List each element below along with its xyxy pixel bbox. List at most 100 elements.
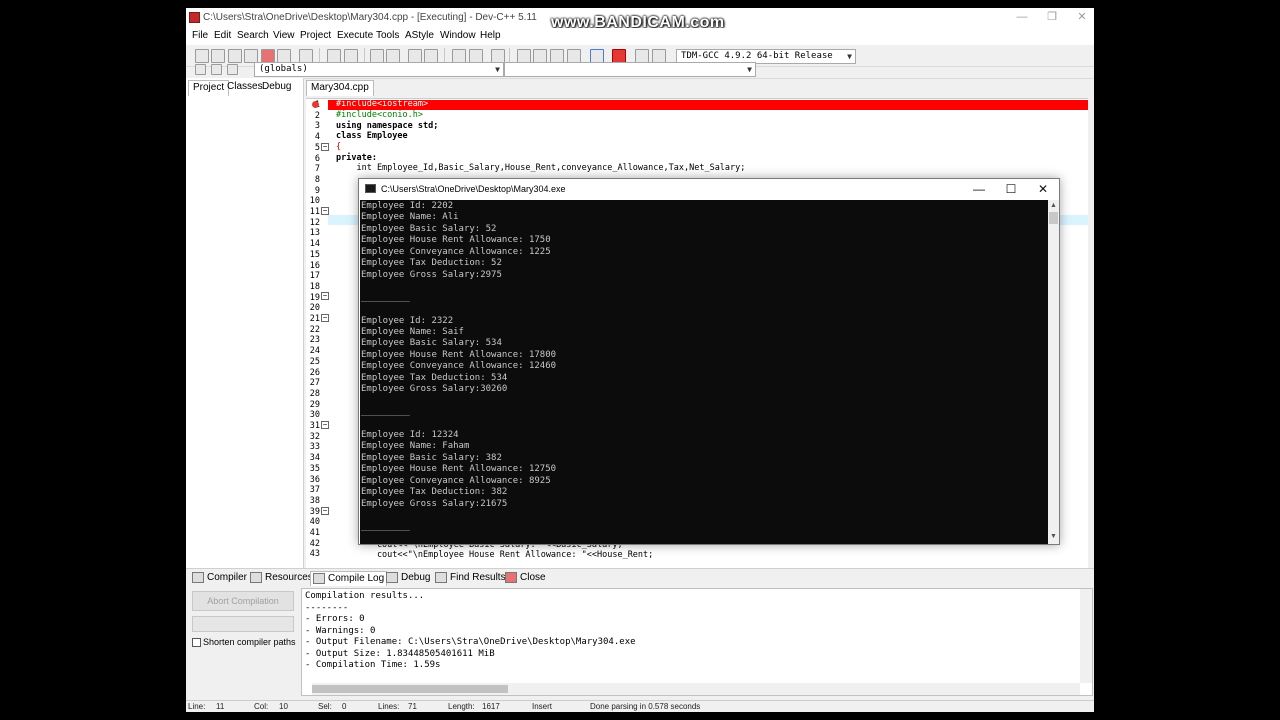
fold-toggle-icon[interactable]: − xyxy=(321,143,329,151)
delete-profile-icon[interactable] xyxy=(652,49,666,63)
status-col-value: 10 xyxy=(279,702,288,711)
console-line: Employee Tax Deduction: 382 xyxy=(361,487,508,498)
scope-select[interactable]: (globals) ▼ xyxy=(254,62,504,77)
tab-resources[interactable]: Resources xyxy=(248,571,315,586)
line-number: 4 xyxy=(314,132,320,143)
check-syntax-icon[interactable] xyxy=(590,49,604,63)
class-browser-icon[interactable] xyxy=(195,64,206,75)
new-project-icon[interactable] xyxy=(491,49,505,63)
shorten-paths-checkbox[interactable] xyxy=(192,638,201,647)
tab-find-results-label: Find Results xyxy=(450,572,506,583)
toggle-icon[interactable] xyxy=(227,64,238,75)
editor-file-tab[interactable]: Mary304.cpp xyxy=(306,80,374,96)
console-minimize-icon[interactable]: — xyxy=(963,180,995,198)
run-icon[interactable] xyxy=(533,49,547,63)
bookmark-icon[interactable] xyxy=(469,49,483,63)
save-all-icon[interactable] xyxy=(244,49,258,63)
save-icon[interactable] xyxy=(228,49,242,63)
menu-tools[interactable]: Tools xyxy=(376,30,399,41)
code-line-2: #include<conio.h> xyxy=(336,110,423,120)
goto-line-icon[interactable] xyxy=(452,49,466,63)
open-file-icon[interactable] xyxy=(211,49,225,63)
menu-file[interactable]: File xyxy=(192,30,208,41)
replace-icon[interactable] xyxy=(386,49,400,63)
console-line: Employee House Rent Allowance: 17800 xyxy=(361,349,557,360)
fold-toggle-icon[interactable]: − xyxy=(321,207,329,215)
minimize-icon[interactable]: — xyxy=(1006,8,1038,28)
tab-close-label: Close xyxy=(520,572,546,583)
menu-astyle[interactable]: AStyle xyxy=(405,30,434,41)
line-number-gutter: 1234567891011121314151617181920212223242… xyxy=(306,99,328,568)
undo-icon[interactable] xyxy=(327,49,341,63)
menu-edit[interactable]: Edit xyxy=(214,30,231,41)
member-select[interactable]: ▼ xyxy=(504,62,756,77)
log-hscroll-thumb[interactable] xyxy=(312,685,508,693)
fold-toggle-icon[interactable]: − xyxy=(321,314,329,322)
indent-icon[interactable] xyxy=(408,49,422,63)
console-line: Employee Basic Salary: 534 xyxy=(361,338,502,349)
console-line: Employee Conveyance Allowance: 1225 xyxy=(361,246,551,257)
line-number: 41 xyxy=(309,528,320,538)
menu-window[interactable]: Window xyxy=(440,30,476,41)
compile-icon[interactable] xyxy=(517,49,531,63)
line-number: 31 xyxy=(309,421,320,431)
menu-search[interactable]: Search xyxy=(237,30,269,41)
code-line-6: private: xyxy=(336,153,377,163)
stop-execution-icon[interactable] xyxy=(612,49,626,63)
log-line: - Warnings: 0 xyxy=(305,625,376,636)
close-file-icon[interactable] xyxy=(261,49,275,63)
console-line: _________ xyxy=(361,292,410,303)
line-number: 21 xyxy=(309,314,320,324)
tab-debug[interactable]: Debug xyxy=(258,80,295,96)
console-scrollbar[interactable]: ▲ ▼ xyxy=(1048,200,1059,544)
resources-icon xyxy=(250,572,262,583)
close-all-icon[interactable] xyxy=(277,49,291,63)
compile-log[interactable]: Compilation results... -------- - Errors: … xyxy=(301,588,1093,696)
rebuild-icon[interactable] xyxy=(567,49,581,63)
grid-icon xyxy=(192,572,204,583)
print-icon[interactable] xyxy=(299,49,313,63)
error-highlight-line xyxy=(328,100,1088,110)
checkmark-icon xyxy=(386,572,398,583)
console-window[interactable]: C:\Users\Stra\OneDrive\Desktop\Mary304.e… xyxy=(358,178,1060,545)
console-close-icon[interactable]: ✕ xyxy=(1027,180,1059,198)
scroll-up-icon[interactable]: ▲ xyxy=(1050,202,1057,209)
tab-close[interactable]: Close xyxy=(503,571,548,586)
restore-icon[interactable]: ❐ xyxy=(1036,8,1068,28)
find-icon[interactable] xyxy=(370,49,384,63)
fold-toggle-icon[interactable]: − xyxy=(321,421,329,429)
console-line: Employee Tax Deduction: 534 xyxy=(361,372,508,383)
log-vertical-scrollbar[interactable] xyxy=(1080,589,1092,683)
scroll-down-icon[interactable]: ▼ xyxy=(1050,533,1057,540)
console-scroll-thumb[interactable] xyxy=(1049,212,1058,224)
menu-project[interactable]: Project xyxy=(300,30,331,41)
console-line: Employee Conveyance Allowance: 8925 xyxy=(361,475,551,486)
unindent-icon[interactable] xyxy=(424,49,438,63)
breakpoint-icon[interactable] xyxy=(312,101,319,108)
console-line: Employee Name: Faham xyxy=(361,441,470,452)
close-icon[interactable]: ✕ xyxy=(1066,8,1094,28)
tab-compile-log[interactable]: Compile Log xyxy=(310,571,388,586)
line-number: 33 xyxy=(309,442,320,453)
fold-toggle-icon[interactable]: − xyxy=(321,507,329,515)
new-file-icon[interactable] xyxy=(195,49,209,63)
line-number: 38 xyxy=(309,495,320,506)
tab-find-results[interactable]: Find Results xyxy=(433,571,508,586)
menu-view[interactable]: View xyxy=(273,30,295,41)
profile-icon[interactable] xyxy=(635,49,649,63)
log-line: - Compilation Time: 1.59s xyxy=(305,660,441,670)
status-message: Done parsing in 0.578 seconds xyxy=(590,702,701,711)
redo-icon[interactable] xyxy=(344,49,358,63)
tab-compiler[interactable]: Compiler xyxy=(190,571,249,586)
fold-toggle-icon[interactable]: − xyxy=(321,292,329,300)
log-horizontal-scrollbar[interactable] xyxy=(312,683,1080,695)
menu-help[interactable]: Help xyxy=(480,30,501,41)
console-maximize-icon[interactable]: ☐ xyxy=(995,180,1027,198)
shorten-paths-label: Shorten compiler paths xyxy=(203,637,296,647)
code-line-7: int Employee_Id,Basic_Salary,House_Rent,… xyxy=(336,163,746,173)
abort-compilation-button[interactable]: Abort Compilation xyxy=(192,591,294,611)
tab-debug-bottom[interactable]: Debug xyxy=(384,571,432,586)
compile-run-icon[interactable] xyxy=(550,49,564,63)
insert-icon[interactable] xyxy=(211,64,222,75)
menu-execute[interactable]: Execute xyxy=(337,30,373,41)
